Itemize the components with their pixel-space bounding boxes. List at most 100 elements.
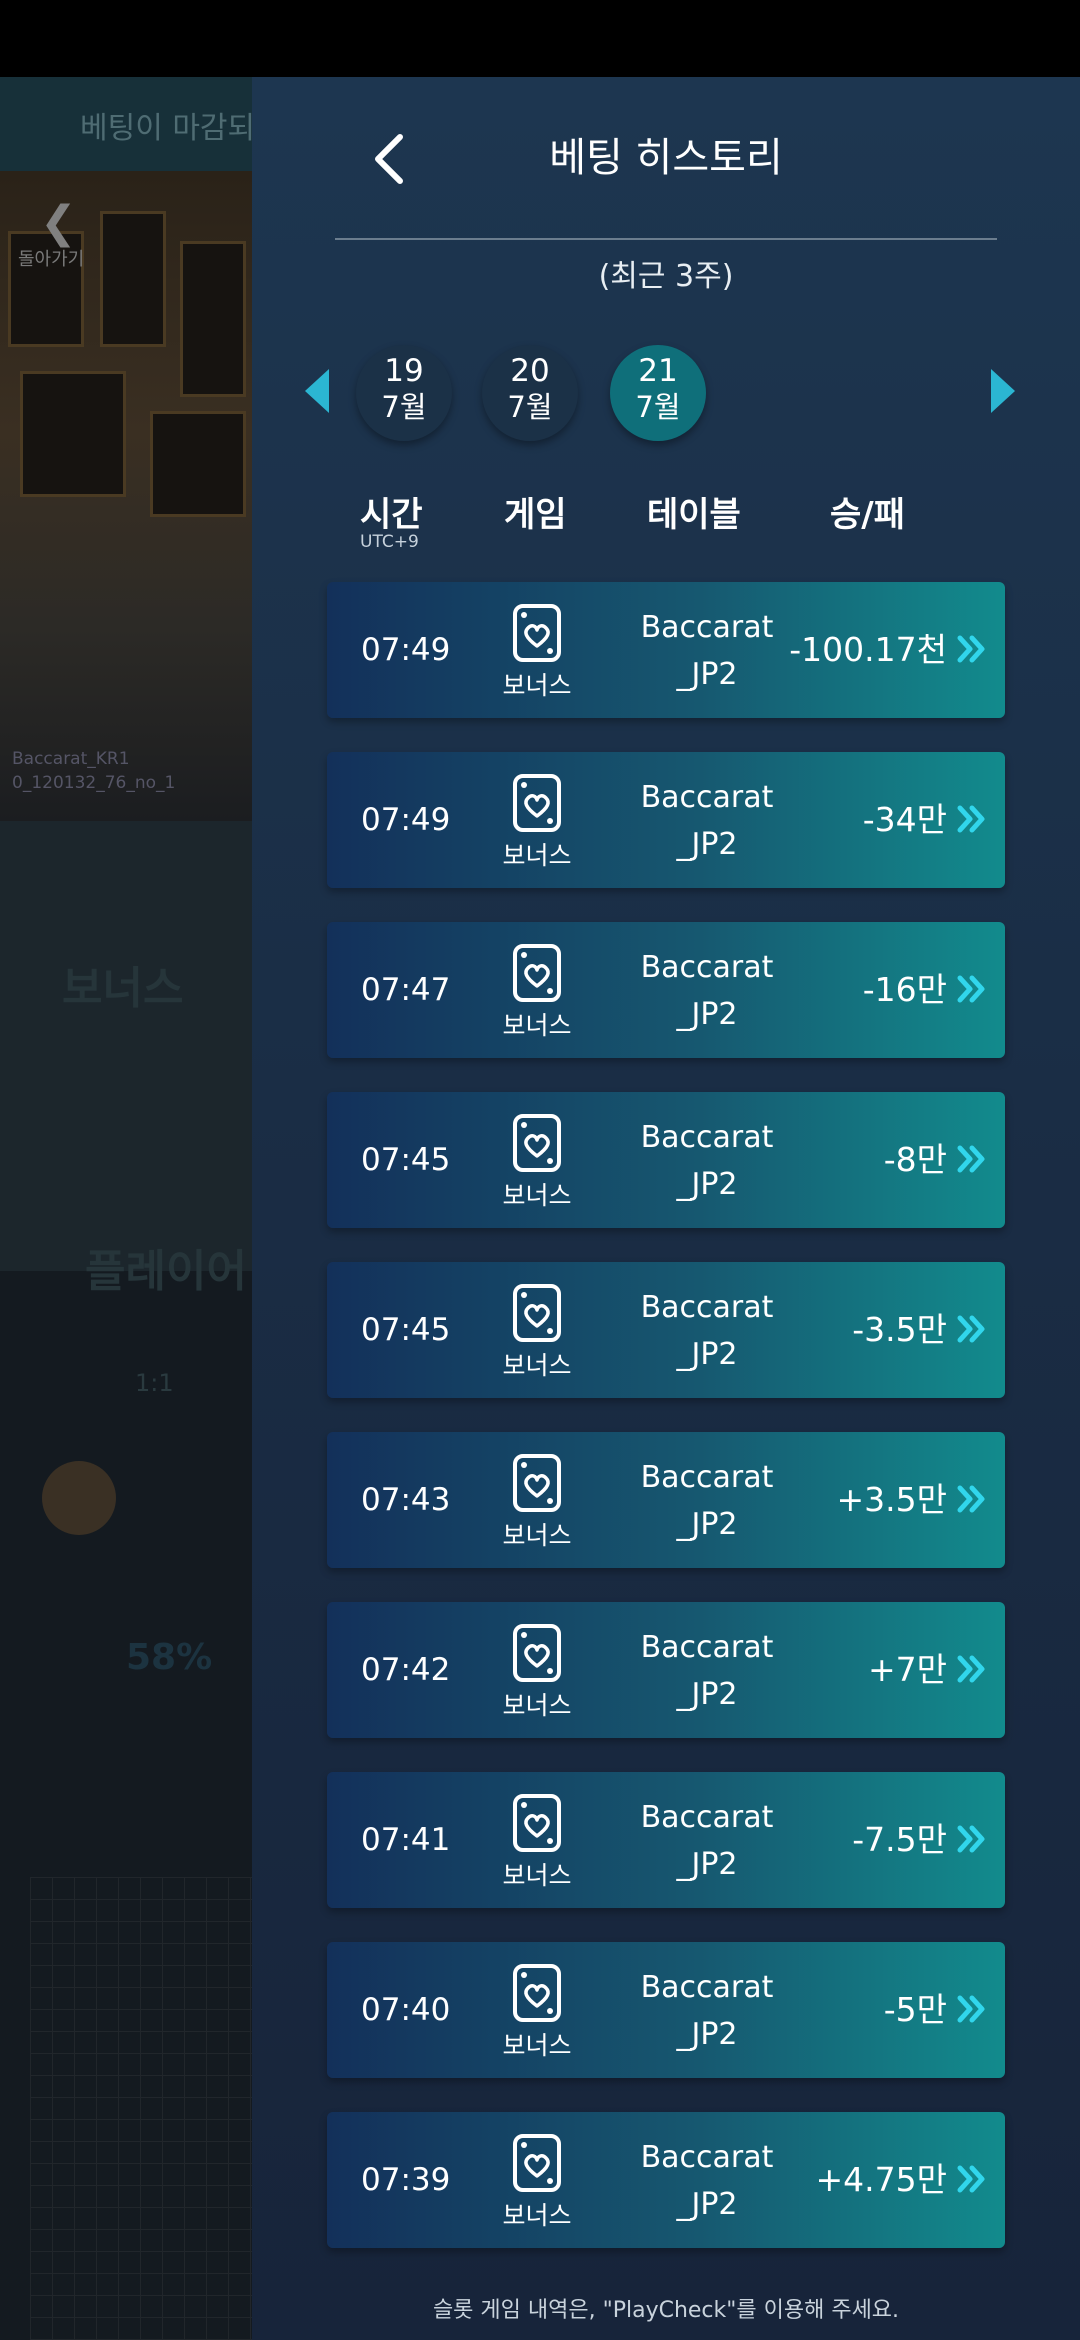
history-list: 07:49 보너스 Baccarat _JP2 -100.17천 07:49 보… xyxy=(327,582,1005,2282)
column-header-game: 게임 xyxy=(504,495,567,535)
date-chip-19[interactable]: 19 7월 xyxy=(356,345,452,441)
double-chevron-right-icon[interactable] xyxy=(955,1312,989,1346)
card-heart-icon xyxy=(513,1114,561,1172)
header-divider xyxy=(335,238,997,240)
date-month: 7월 xyxy=(381,390,427,424)
date-month: 7월 xyxy=(635,390,681,424)
history-row[interactable]: 07:43 보너스 Baccarat _JP2 +3.5만 xyxy=(327,1432,1005,1568)
row-result: +3.5만 xyxy=(836,1480,948,1519)
column-header-table: 테이블 xyxy=(647,495,741,535)
row-table: Baccarat _JP2 xyxy=(617,774,797,868)
row-table: Baccarat _JP2 xyxy=(617,1624,797,1718)
double-chevron-right-icon[interactable] xyxy=(955,1142,989,1176)
row-table: Baccarat _JP2 xyxy=(617,1284,797,1378)
row-time: 07:40 xyxy=(361,1992,451,2028)
column-header-result: 승/패 xyxy=(830,495,905,535)
row-table-name: Baccarat xyxy=(640,2140,774,2175)
date-month: 7월 xyxy=(507,390,553,424)
row-table: Baccarat _JP2 xyxy=(617,1964,797,2058)
row-table-name: Baccarat xyxy=(640,950,774,985)
row-table-suffix: _JP2 xyxy=(676,1507,738,1542)
row-game-name: 보너스 xyxy=(502,1691,572,1720)
history-row[interactable]: 07:47 보너스 Baccarat _JP2 -16만 xyxy=(327,922,1005,1058)
back-icon[interactable]: ❮ xyxy=(40,197,77,248)
card-heart-icon xyxy=(513,1964,561,2022)
double-chevron-right-icon[interactable] xyxy=(955,1992,989,2026)
next-date-arrow-icon[interactable] xyxy=(991,369,1015,413)
history-row[interactable]: 07:39 보너스 Baccarat _JP2 +4.75만 xyxy=(327,2112,1005,2248)
history-row[interactable]: 07:45 보너스 Baccarat _JP2 -8만 xyxy=(327,1092,1005,1228)
row-result: -5만 xyxy=(883,1990,947,2029)
bet-percent: 58% xyxy=(126,1637,213,1678)
row-table: Baccarat _JP2 xyxy=(617,944,797,1038)
row-table: Baccarat _JP2 xyxy=(617,1454,797,1548)
history-row[interactable]: 07:42 보너스 Baccarat _JP2 +7만 xyxy=(327,1602,1005,1738)
row-time: 07:45 xyxy=(361,1142,451,1178)
status-bar xyxy=(0,0,1080,77)
row-table: Baccarat _JP2 xyxy=(617,1114,797,1208)
row-time: 07:49 xyxy=(361,802,451,838)
double-chevron-right-icon[interactable] xyxy=(955,1652,989,1686)
row-game-name: 보너스 xyxy=(502,1351,572,1380)
card-heart-icon xyxy=(513,774,561,832)
row-table-suffix: _JP2 xyxy=(676,827,738,862)
payout-ratio: 1:1 xyxy=(135,1369,174,1397)
video-label-line2: 0_120132_76_no_1 xyxy=(12,773,176,793)
date-chip-21-selected[interactable]: 21 7월 xyxy=(610,345,706,441)
double-chevron-right-icon[interactable] xyxy=(955,1482,989,1516)
row-result: -16만 xyxy=(862,970,947,1009)
row-game-name: 보너스 xyxy=(502,2031,572,2060)
row-table-suffix: _JP2 xyxy=(676,1847,738,1882)
row-table-suffix: _JP2 xyxy=(676,1167,738,1202)
bonus-bet-label: 보너스 xyxy=(62,963,184,1014)
card-heart-icon xyxy=(513,1454,561,1512)
period-subtitle: (최근 3주) xyxy=(598,259,734,294)
row-time: 07:39 xyxy=(361,2162,451,2198)
row-result: -34만 xyxy=(862,800,947,839)
timezone-label: UTC+9 xyxy=(360,532,419,552)
row-table-suffix: _JP2 xyxy=(676,657,738,692)
history-row[interactable]: 07:49 보너스 Baccarat _JP2 -100.17천 xyxy=(327,582,1005,718)
date-chip-20[interactable]: 20 7월 xyxy=(482,345,578,441)
row-table: Baccarat _JP2 xyxy=(617,604,797,698)
double-chevron-right-icon[interactable] xyxy=(955,1822,989,1856)
row-table-suffix: _JP2 xyxy=(676,1337,738,1372)
row-game-name: 보너스 xyxy=(502,671,572,700)
history-row[interactable]: 07:45 보너스 Baccarat _JP2 -3.5만 xyxy=(327,1262,1005,1398)
history-row[interactable]: 07:41 보너스 Baccarat _JP2 -7.5만 xyxy=(327,1772,1005,1908)
row-result: -7.5만 xyxy=(852,1820,947,1859)
row-time: 07:43 xyxy=(361,1482,451,1518)
double-chevron-right-icon[interactable] xyxy=(955,2162,989,2196)
card-heart-icon xyxy=(513,1794,561,1852)
double-chevron-right-icon[interactable] xyxy=(955,802,989,836)
row-table: Baccarat _JP2 xyxy=(617,2134,797,2228)
row-result: +7만 xyxy=(867,1650,947,1689)
date-day: 19 xyxy=(384,353,424,389)
betting-history-drawer: 베팅 히스토리 (최근 3주) 19 7월 20 7월 21 7월 시간 UTC… xyxy=(252,77,1080,2340)
double-chevron-right-icon[interactable] xyxy=(955,972,989,1006)
video-table-label: Baccarat_KR1 0_120132_76_no_1 xyxy=(12,747,175,795)
row-result: +4.75만 xyxy=(815,2160,948,2199)
row-result: -100.17천 xyxy=(789,630,947,669)
video-label-line1: Baccarat_KR1 xyxy=(12,749,130,769)
page-title: 베팅 히스토리 xyxy=(549,135,783,181)
history-row[interactable]: 07:40 보너스 Baccarat _JP2 -5만 xyxy=(327,1942,1005,2078)
row-table-name: Baccarat xyxy=(640,1970,774,2005)
row-table-name: Baccarat xyxy=(640,610,774,645)
row-table-name: Baccarat xyxy=(640,1460,774,1495)
history-row[interactable]: 07:49 보너스 Baccarat _JP2 -34만 xyxy=(327,752,1005,888)
column-header-time: 시간 xyxy=(360,495,423,535)
double-chevron-right-icon[interactable] xyxy=(955,632,989,666)
card-heart-icon xyxy=(513,1624,561,1682)
row-game-name: 보너스 xyxy=(502,841,572,870)
card-heart-icon xyxy=(513,604,561,662)
date-day: 21 xyxy=(638,353,678,389)
row-table: Baccarat _JP2 xyxy=(617,1794,797,1888)
back-label: 돌아가기 xyxy=(18,249,85,270)
prev-date-arrow-icon[interactable] xyxy=(305,369,329,413)
slot-notice: 슬롯 게임 내역은, "PlayCheck"를 이용해 주세요. xyxy=(432,2298,900,2323)
row-table-name: Baccarat xyxy=(640,1290,774,1325)
row-table-name: Baccarat xyxy=(640,780,774,815)
row-table-suffix: _JP2 xyxy=(676,2187,738,2222)
row-table-suffix: _JP2 xyxy=(676,997,738,1032)
